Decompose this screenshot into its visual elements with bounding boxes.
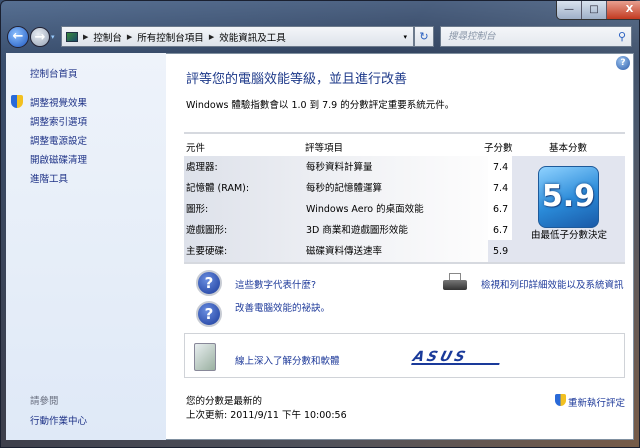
shield-icon	[11, 95, 23, 108]
online-learn-link[interactable]: 線上深入了解分數和軟體	[235, 353, 340, 367]
sidebar-home-link[interactable]: 控制台首頁	[30, 66, 78, 80]
search-placeholder: 搜尋控制台	[448, 31, 496, 42]
component: 主要硬碟:	[186, 246, 228, 257]
header-base-score: 基本分數	[549, 143, 588, 154]
what-numbers-link[interactable]: 這些數字代表什麼?	[235, 277, 316, 291]
subscore: 6.7	[493, 225, 509, 236]
subscore: 7.4	[493, 183, 509, 194]
sidebar: 控制台首頁 調整視覺效果 調整索引選項 調整電源設定 開啟磁碟清理 進階工具 請…	[6, 53, 166, 440]
tips-link[interactable]: 改善電腦效能的祕訣。	[235, 300, 330, 314]
sidebar-item-indexing[interactable]: 調整索引選項	[30, 114, 87, 128]
sidebar-item-power[interactable]: 調整電源設定	[30, 133, 87, 147]
rating-item: 3D 商業和遊戲圖形效能	[306, 225, 408, 236]
asus-logo-text: ASUS	[411, 349, 470, 365]
sidebar-item-visual-effects[interactable]: 調整視覺效果	[30, 95, 87, 109]
breadcrumb-all-items[interactable]: 所有控制台項目	[137, 30, 204, 44]
control-panel-icon	[66, 31, 78, 42]
breadcrumb-separator-icon: ▶	[208, 32, 215, 41]
score-status: 您的分數是最新的	[186, 396, 263, 407]
table-row: 圖形: Windows Aero 的桌面效能 6.7	[184, 199, 512, 220]
asus-logo: ASUS	[411, 349, 503, 365]
back-button[interactable]: ←	[7, 26, 29, 48]
search-input[interactable]: 搜尋控制台 ⚲	[440, 26, 632, 47]
page-description: Windows 體驗指數會以 1.0 到 7.9 的分數評定重要系統元件。	[186, 100, 455, 111]
table-row: 主要硬碟: 磁碟資料傳送速率 5.9	[184, 241, 512, 262]
component: 遊戲圖形:	[186, 225, 228, 236]
window-controls: — □ X	[556, 1, 640, 20]
close-button[interactable]: X	[607, 1, 640, 19]
sidebar-item-action-center[interactable]: 行動作業中心	[30, 413, 87, 427]
table-row: 處理器: 每秒資料計算量 7.4	[184, 157, 512, 178]
see-also-heading: 請參閱	[30, 396, 59, 407]
question-icon: ?	[196, 270, 222, 296]
subscore: 6.7	[493, 204, 509, 215]
base-score-caption: 由最低子分數決定	[530, 230, 607, 241]
printer-icon	[443, 273, 467, 291]
table-row: 遊戲圖形: 3D 商業和遊戲圖形效能 6.7	[184, 220, 512, 241]
address-dropdown-icon[interactable]: ▾	[403, 33, 407, 41]
page-title: 評等您的電腦效能等級，並且進行改善	[186, 72, 408, 87]
breadcrumb-control-panel[interactable]: 控制台	[93, 30, 122, 44]
maximize-button[interactable]: □	[582, 1, 607, 19]
sidebar-item-disk-cleanup[interactable]: 開啟磁碟清理	[30, 152, 87, 166]
shield-icon	[555, 394, 566, 406]
forward-button[interactable]: →	[30, 27, 50, 47]
component: 處理器:	[186, 162, 218, 173]
software-box-icon	[194, 343, 216, 371]
header-subscore: 子分數	[484, 143, 513, 154]
header-component: 元件	[186, 143, 206, 154]
rating-item: Windows Aero 的桌面效能	[306, 204, 424, 215]
rerun-assessment-link[interactable]: 重新執行評定	[568, 395, 625, 409]
subscore: 7.4	[493, 162, 509, 173]
base-score-badge: 5.9	[538, 166, 599, 228]
breadcrumb-separator-icon: ▶	[126, 32, 133, 41]
address-bar[interactable]: ▶ 控制台 ▶ 所有控制台項目 ▶ 效能資訊及工具 ▾	[61, 26, 414, 47]
recent-pages-dropdown[interactable]: ▾	[51, 33, 55, 41]
search-icon[interactable]: ⚲	[618, 27, 626, 46]
question-icon: ?	[196, 301, 222, 327]
last-update: 上次更新: 2011/9/11 下午 10:00:56	[186, 410, 347, 421]
help-icon[interactable]: ?	[616, 56, 630, 70]
minimize-button[interactable]: —	[557, 1, 582, 19]
breadcrumb-separator-icon: ▶	[83, 32, 89, 41]
rating-item: 每秒資料計算量	[306, 162, 373, 173]
subscore: 5.9	[493, 246, 509, 257]
breadcrumb-performance[interactable]: 效能資訊及工具	[219, 30, 286, 44]
refresh-button[interactable]: ↻	[414, 26, 434, 47]
component: 圖形:	[186, 204, 209, 215]
header-item: 評等項目	[305, 143, 344, 154]
rating-item: 每秒的記憶體運算	[306, 183, 383, 194]
sidebar-item-advanced-tools[interactable]: 進階工具	[30, 171, 68, 185]
component: 記憶體 (RAM):	[186, 183, 250, 194]
print-details-link[interactable]: 檢視和列印詳細效能以及系統資訊	[481, 277, 624, 291]
table-row: 記憶體 (RAM): 每秒的記憶體運算 7.4	[184, 178, 512, 199]
rating-item: 磁碟資料傳送速率	[306, 246, 383, 257]
